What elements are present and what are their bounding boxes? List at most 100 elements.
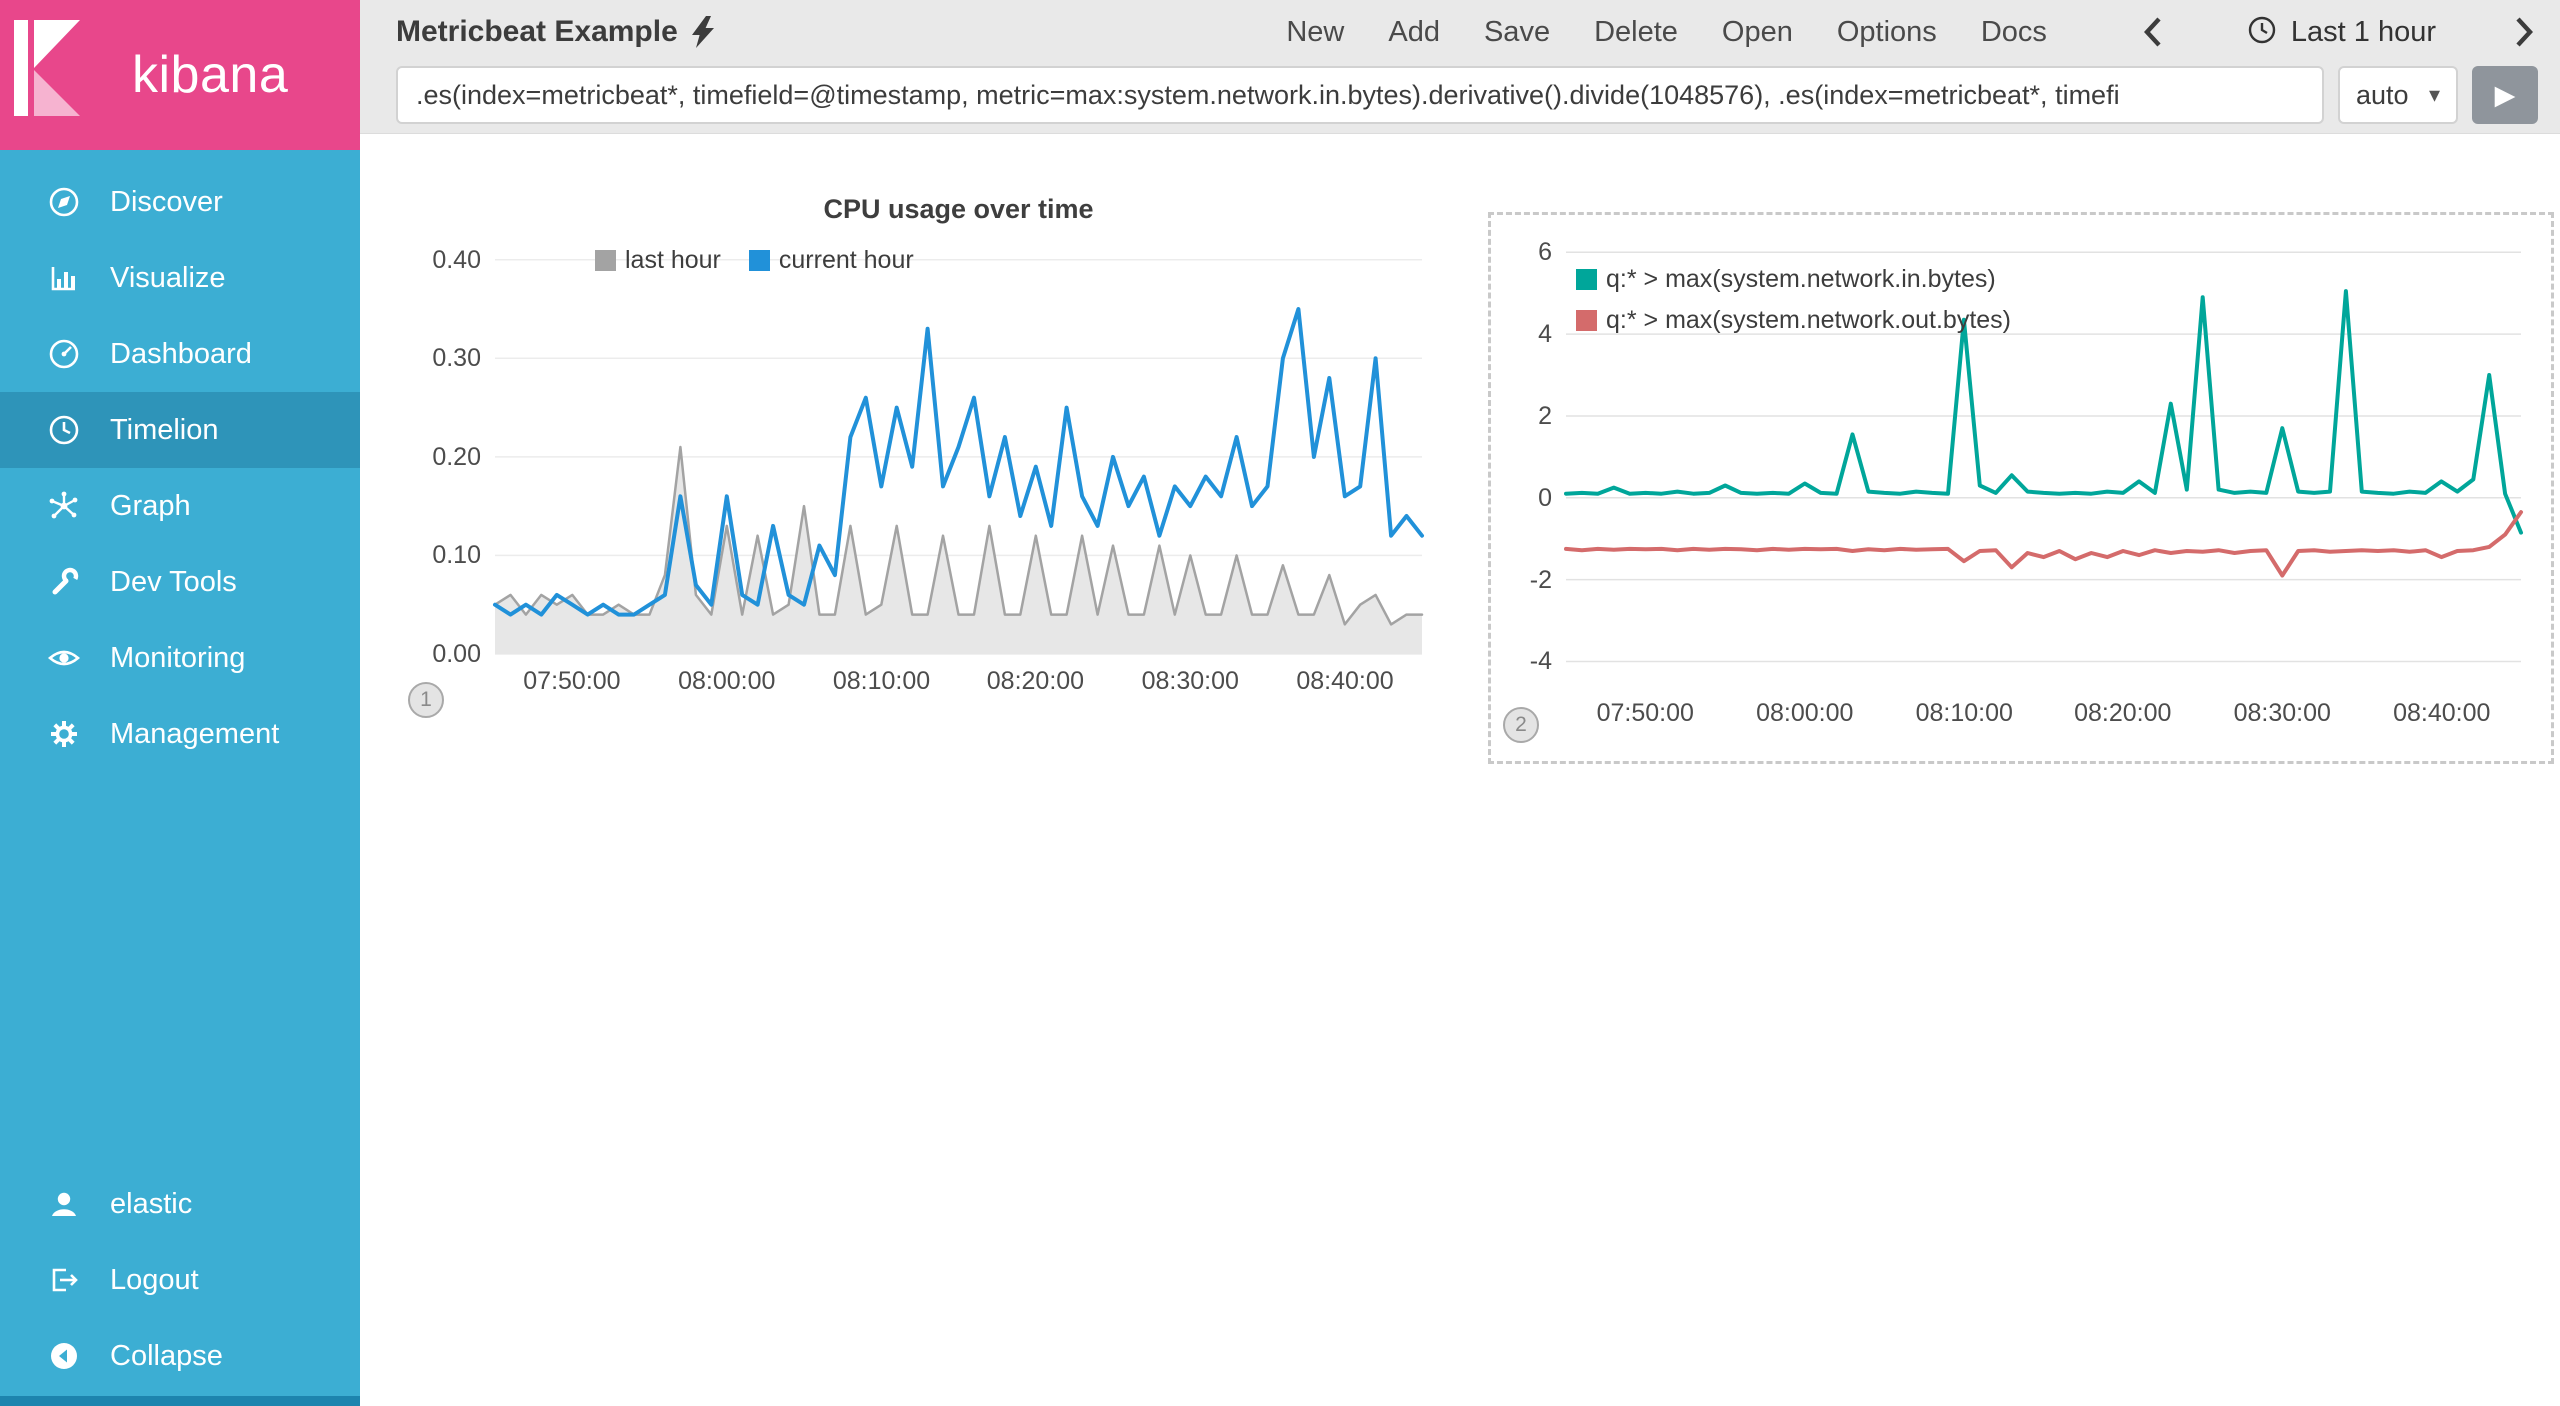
main-content: CPU usage over time last hour current hou…	[360, 134, 2560, 1406]
series-line	[1564, 510, 2523, 578]
time-picker[interactable]: Last 1 hour	[2247, 15, 2436, 50]
kibana-logo-area[interactable]: kibana	[0, 0, 360, 150]
sidebar-item-label: Monitoring	[110, 641, 246, 674]
y-tick-label: -4	[1529, 647, 1552, 676]
logout-icon	[46, 1262, 82, 1298]
toolbar-menu: New Add Save Delete Open Options Docs La…	[1286, 15, 2534, 50]
collapse-icon	[46, 1338, 82, 1374]
brand-name: kibana	[132, 46, 289, 104]
open-button[interactable]: Open	[1722, 16, 1793, 49]
clock-icon	[46, 412, 82, 448]
time-back-button[interactable]	[2143, 15, 2163, 49]
sidebar-item-label: Timelion	[110, 413, 219, 446]
sidebar-item-collapse[interactable]: Collapse	[0, 1318, 360, 1394]
timelion-chart-panel-1[interactable]: CPU usage over time last hour current hou…	[400, 184, 1440, 744]
timelion-query-input[interactable]	[396, 66, 2324, 124]
sidebar-item-logout[interactable]: Logout	[0, 1242, 360, 1318]
sidebar-item-label: Discover	[110, 185, 223, 218]
y-tick-label: 0.20	[432, 442, 481, 471]
legend-item[interactable]: last hour	[595, 246, 721, 275]
sidebar-item-label: Graph	[110, 489, 191, 522]
legend-label: q:* > max(system.network.in.bytes)	[1606, 265, 1996, 293]
x-tick-label: 08:20:00	[2074, 699, 2172, 727]
series-area	[495, 447, 1422, 654]
sidebar-item-discover[interactable]: Discover	[0, 164, 360, 240]
x-tick-label: 08:30:00	[2233, 699, 2331, 727]
time-picker-label: Last 1 hour	[2290, 15, 2436, 48]
sidebar-item-graph[interactable]: Graph	[0, 468, 360, 544]
x-tick-label: 08:00:00	[1756, 699, 1854, 727]
y-tick-label: 0.00	[432, 640, 481, 668]
sidebar-item-management[interactable]: Management	[0, 696, 360, 772]
compass-icon	[46, 184, 82, 220]
sidebar: kibana Discover Visualize Dashboard Time…	[0, 0, 360, 1406]
legend-swatch-icon	[1576, 310, 1597, 331]
sidebar-item-monitoring[interactable]: Monitoring	[0, 620, 360, 696]
clock-icon	[2247, 15, 2277, 50]
title-bar: Metricbeat Example New Add Save Delete O…	[360, 0, 2560, 64]
delete-button[interactable]: Delete	[1594, 16, 1678, 49]
cpu-chart-plot[interactable]: 0.00 0.10 0.20 0.30 0.40 07:50:00 08:00:00 08:1…	[400, 184, 1440, 744]
sidebar-item-dev-tools[interactable]: Dev Tools	[0, 544, 360, 620]
sidebar-item-label: Management	[110, 717, 280, 750]
chart-title: CPU usage over time	[823, 194, 1094, 224]
bar-chart-icon	[46, 260, 82, 296]
timelion-chart-panel-2-selected[interactable]: q:* > max(system.network.in.bytes) q:* > …	[1488, 212, 2554, 764]
new-button[interactable]: New	[1286, 16, 1344, 49]
page-title: Metricbeat Example	[396, 15, 678, 48]
sidebar-bottom-group: elastic Logout Collapse	[0, 1166, 360, 1394]
legend-swatch-icon	[748, 250, 770, 271]
sidebar-item-dashboard[interactable]: Dashboard	[0, 316, 360, 392]
run-query-button[interactable]: ▶	[2472, 66, 2538, 124]
chevron-down-icon: ▾	[2428, 82, 2440, 107]
add-button[interactable]: Add	[1388, 16, 1440, 49]
legend-item[interactable]: q:* > max(system.network.out.bytes)	[1576, 306, 2011, 335]
x-tick-label: 08:00:00	[678, 667, 776, 695]
lightning-bolt-icon	[691, 16, 714, 48]
interval-value: auto	[2356, 79, 2409, 110]
sidebar-bottom-strip	[0, 1396, 360, 1406]
legend-item[interactable]: current hour	[748, 246, 914, 275]
legend-item[interactable]: q:* > max(system.network.in.bytes)	[1576, 265, 2011, 294]
y-tick-label: 0.40	[432, 245, 481, 274]
sidebar-item-label: Logout	[110, 1263, 199, 1296]
sidebar-item-label: Dev Tools	[110, 565, 237, 598]
x-tick-label: 07:50:00	[523, 667, 621, 695]
x-tick-label: 07:50:00	[1596, 699, 1694, 727]
y-tick-label: 0	[1538, 483, 1552, 512]
chart-legend: q:* > max(system.network.in.bytes) q:* > …	[1576, 265, 2011, 335]
options-button[interactable]: Options	[1837, 16, 1937, 49]
wrench-icon	[46, 564, 82, 600]
query-bar: auto ▾ ▶	[360, 64, 2560, 124]
chart-legend: last hour current hour	[595, 246, 914, 275]
x-tick-label: 08:30:00	[1141, 667, 1239, 695]
kibana-logo-icon	[0, 0, 92, 150]
play-icon: ▶	[2494, 79, 2516, 110]
x-tick-label: 08:10:00	[1915, 699, 2013, 727]
eye-icon	[46, 640, 82, 676]
docs-button[interactable]: Docs	[1981, 16, 2047, 49]
legend-label: current hour	[778, 246, 914, 274]
sidebar-item-label: Dashboard	[110, 337, 252, 370]
legend-label: last hour	[625, 246, 721, 274]
y-tick-label: 0.30	[432, 344, 481, 373]
sidebar-item-elastic-user[interactable]: elastic	[0, 1166, 360, 1242]
sidebar-item-timelion[interactable]: Timelion	[0, 392, 360, 468]
sidebar-item-label: Visualize	[110, 261, 226, 294]
save-button[interactable]: Save	[1484, 16, 1550, 49]
legend-label: q:* > max(system.network.out.bytes)	[1606, 306, 2012, 334]
legend-swatch-icon	[595, 250, 616, 271]
interval-select[interactable]: auto ▾	[2338, 66, 2458, 124]
chart-canvas	[493, 258, 1424, 655]
gauge-icon	[46, 336, 82, 372]
sidebar-item-visualize[interactable]: Visualize	[0, 240, 360, 316]
y-tick-label: 0.10	[432, 541, 481, 570]
x-tick-label: 08:40:00	[1296, 667, 1394, 695]
gear-icon	[46, 716, 82, 752]
y-tick-label: 4	[1538, 320, 1552, 349]
y-tick-label: 2	[1538, 401, 1552, 430]
top-header: Metricbeat Example New Add Save Delete O…	[360, 0, 2560, 134]
graph-icon	[46, 488, 82, 524]
time-forward-button[interactable]	[2514, 15, 2534, 49]
x-tick-label: 08:20:00	[986, 667, 1085, 695]
